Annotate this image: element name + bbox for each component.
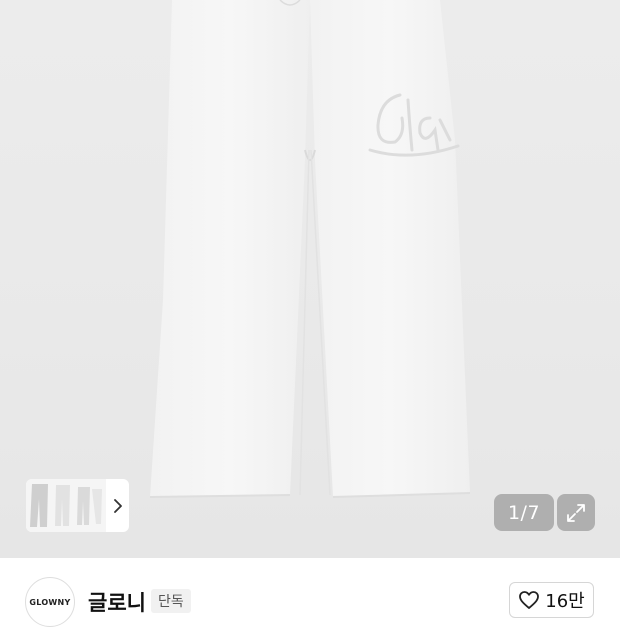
thumbnail-next-button[interactable] [106,479,129,532]
expand-image-button[interactable] [557,494,595,531]
heart-outline-icon [519,591,540,609]
exclusive-badge: 단독 [151,589,191,613]
thumbnail-strip[interactable] [26,479,129,532]
chevron-right-icon [113,498,122,513]
product-image-gallery[interactable]: 1/7 [0,0,620,558]
like-count: 16만 [545,591,585,612]
thumbnail-images[interactable] [26,479,106,532]
brand-logo-text: GLOWNY [29,597,71,607]
product-image-pants [149,0,471,498]
image-counter: 1/7 [494,494,554,531]
expand-arrows-icon [567,503,585,522]
brand-row: GLOWNY 글로니 단독 16만 [0,558,620,627]
like-button[interactable]: 16만 [509,582,594,618]
brand-name[interactable]: 글로니 [88,587,146,617]
